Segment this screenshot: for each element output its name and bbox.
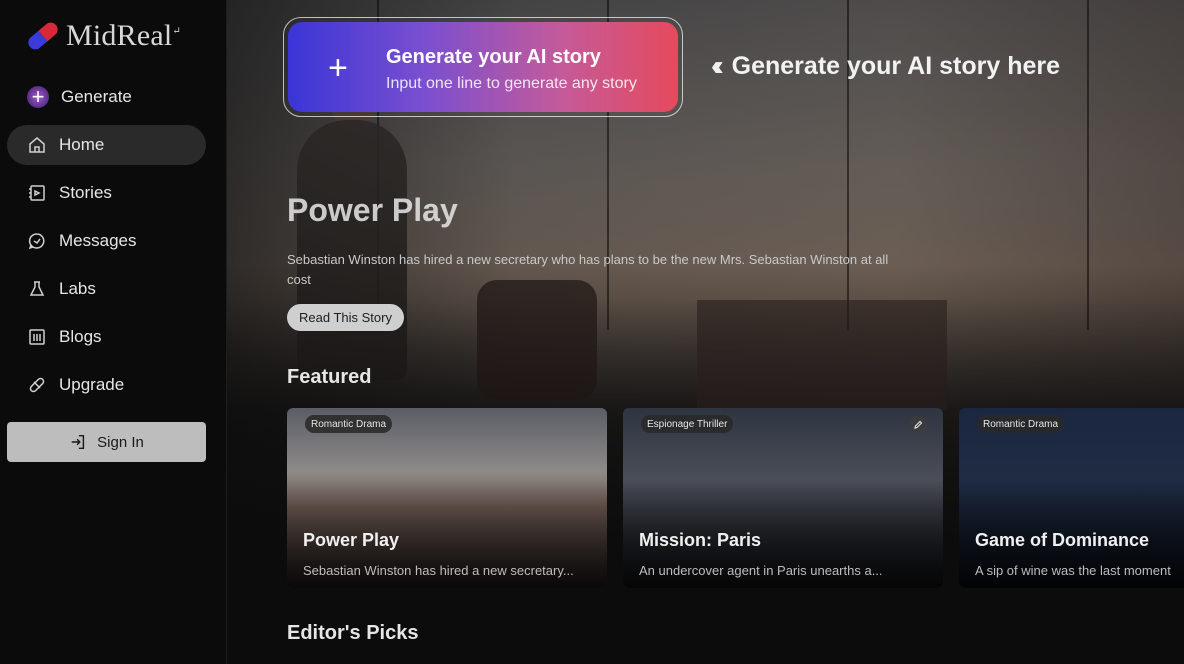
plus-icon: +: [27, 86, 49, 108]
card-description: Sebastian Winston has hired a new secret…: [303, 563, 574, 578]
card-description: An undercover agent in Paris unearths a.…: [639, 563, 883, 578]
editors-picks-section-title: Editor's Picks: [287, 622, 419, 644]
home-icon: [29, 137, 45, 153]
sidebar-item-label: Labs: [59, 279, 96, 298]
sidebar-item-upgrade[interactable]: Upgrade: [7, 365, 206, 405]
sidebar-item-label: Upgrade: [59, 375, 125, 394]
blogs-icon: [29, 329, 45, 345]
sidebar-item-label: Messages: [59, 231, 137, 250]
generate-story-card[interactable]: + Generate your AI story Input one line …: [283, 17, 683, 117]
sidebar-item-label: Stories: [59, 183, 112, 202]
sidebar-item-home[interactable]: Home: [7, 125, 206, 165]
card-title: Power Play: [303, 530, 400, 550]
sign-in-button[interactable]: Sign In: [7, 422, 206, 462]
featured-card[interactable]: Romantic Drama Power Play Sebastian Wins…: [287, 408, 607, 588]
sidebar-item-label: Home: [59, 135, 105, 154]
read-this-story-button[interactable]: Read This Story: [287, 304, 404, 331]
stories-icon: [29, 185, 45, 201]
hint-text: Generate your AI story here: [731, 51, 1061, 80]
sign-in-label: Sign In: [97, 433, 144, 451]
edit-icon[interactable]: [909, 416, 927, 434]
sidebar-item-blogs[interactable]: Blogs: [7, 317, 206, 357]
plus-icon: +: [328, 49, 348, 87]
generate-nav-button[interactable]: + Generate: [7, 77, 206, 117]
generate-label: Generate: [61, 87, 132, 106]
main-content: + Generate your AI story Input one line …: [227, 0, 1184, 664]
brand-name: MidReal↵: [66, 19, 181, 52]
sidebar: MidReal↵ + Generate Home Stories Message…: [0, 0, 227, 664]
sidebar-item-messages[interactable]: Messages: [7, 221, 206, 261]
pill-logo-icon: [25, 19, 61, 53]
flask-icon: [29, 281, 45, 296]
double-chevron-left-icon: ‹‹: [711, 50, 723, 81]
featured-card[interactable]: Espionage Thriller Mission: Paris An und…: [623, 408, 943, 588]
genre-tag: Romantic Drama: [305, 415, 393, 433]
sign-in-icon: [71, 434, 85, 450]
generate-card-subtitle: Input one line to generate any story: [386, 75, 637, 92]
sidebar-item-stories[interactable]: Stories: [7, 173, 206, 213]
hero-title: Power Play: [287, 192, 458, 228]
genre-tag: Romantic Drama: [977, 415, 1065, 433]
sidebar-item-label: Blogs: [59, 327, 102, 346]
card-title: Mission: Paris: [639, 530, 762, 550]
hero-description: Sebastian Winston has hired a new secret…: [287, 252, 889, 287]
card-description: A sip of wine was the last moment: [975, 563, 1171, 578]
generate-card-title: Generate your AI story: [386, 46, 601, 68]
featured-card[interactable]: Romantic Drama Game of Dominance A sip o…: [959, 408, 1184, 588]
sidebar-item-labs[interactable]: Labs: [7, 269, 206, 309]
card-title: Game of Dominance: [975, 530, 1150, 550]
midreal-logo[interactable]: MidReal↵: [25, 18, 181, 54]
featured-section-title: Featured: [287, 366, 372, 388]
genre-tag: Espionage Thriller: [641, 415, 734, 433]
pill-icon: [29, 377, 45, 393]
messages-icon: [28, 233, 45, 250]
generate-hint: ‹‹ Generate your AI story here: [711, 50, 1060, 82]
